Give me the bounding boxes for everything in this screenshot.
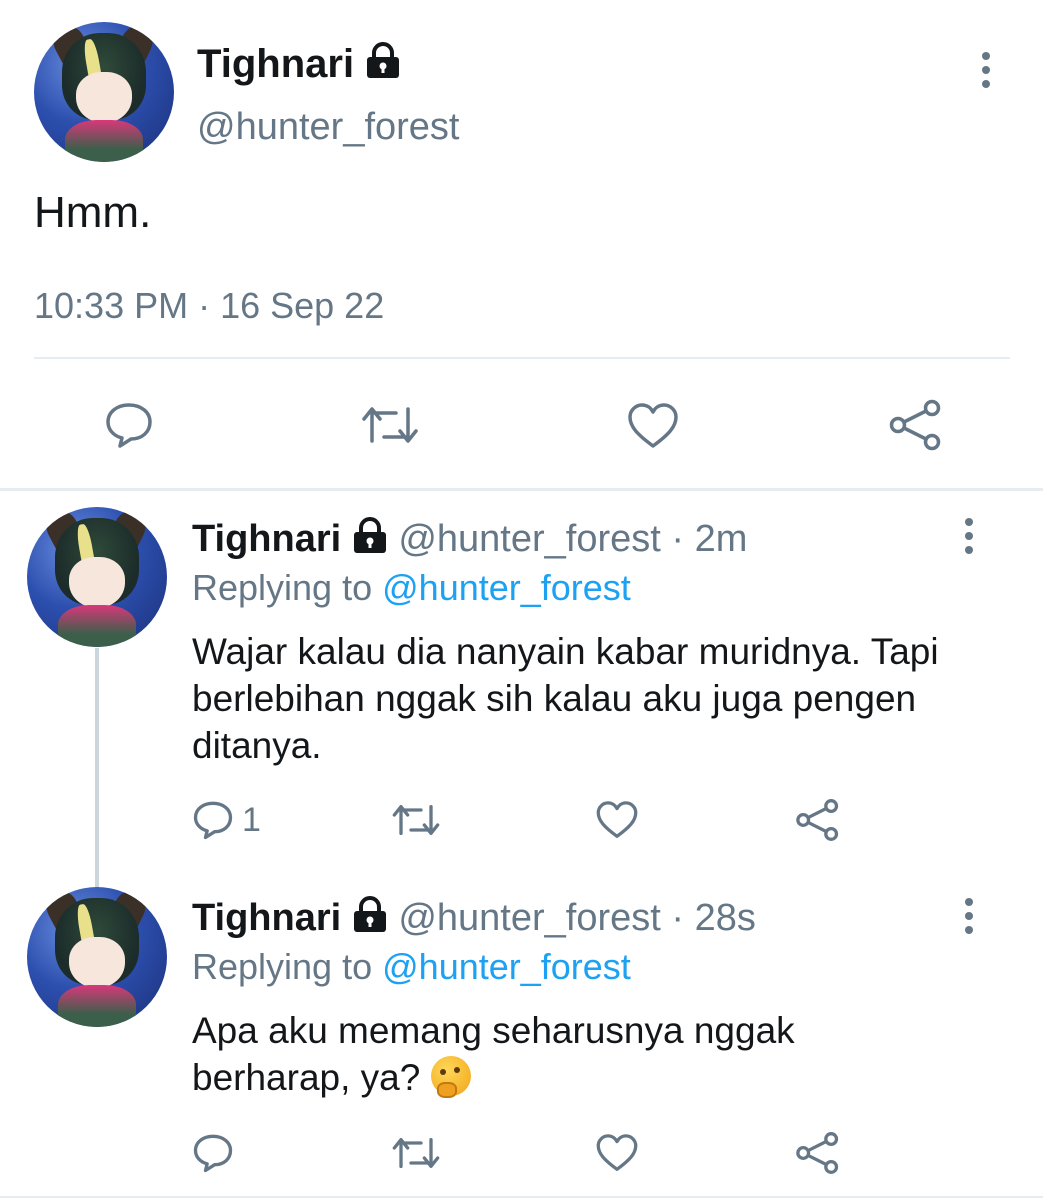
reply-header: Tighnari @hunter_forest · 2m — [192, 517, 747, 565]
share-button[interactable] — [888, 399, 944, 451]
replying-to: Replying to @hunter_forest — [192, 946, 631, 988]
reply-author-handle[interactable]: @hunter_forest — [398, 518, 661, 560]
retweet-button[interactable] — [360, 401, 420, 449]
main-author-handle[interactable]: @hunter_forest — [197, 106, 460, 149]
reply-author-name[interactable]: Tighnari — [192, 897, 341, 939]
divider — [0, 488, 1043, 491]
reply-button[interactable]: 1 — [192, 800, 261, 840]
retweet-icon — [392, 1138, 440, 1168]
share-icon — [796, 1132, 839, 1174]
retweet-icon — [392, 805, 440, 835]
retweet-button[interactable] — [390, 800, 442, 840]
reply-author-handle[interactable]: @hunter_forest — [398, 897, 661, 939]
lock-icon — [352, 517, 388, 565]
reply-time: · 2m — [671, 518, 748, 561]
lock-icon — [352, 896, 388, 944]
reply-icon — [193, 801, 233, 840]
retweet-button[interactable] — [390, 1133, 442, 1173]
like-button[interactable] — [626, 402, 680, 450]
share-button[interactable] — [795, 798, 841, 842]
reply-avatar[interactable] — [27, 507, 167, 647]
share-icon — [796, 799, 839, 841]
retweet-icon — [362, 407, 418, 443]
divider — [0, 1196, 1043, 1198]
reply-text-container: Apa aku memang seharusnya nggak berharap… — [192, 1007, 872, 1101]
main-tweet-timestamp[interactable]: 10:33 PM · 16 Sep 22 — [34, 285, 384, 327]
more-icon[interactable] — [962, 898, 976, 934]
more-icon[interactable] — [979, 52, 993, 88]
replying-to: Replying to @hunter_forest — [192, 567, 631, 609]
reply-avatar[interactable] — [27, 887, 167, 1027]
reply-icon — [106, 403, 152, 448]
reply-time: · 28s — [671, 897, 756, 940]
share-button[interactable] — [795, 1131, 841, 1175]
reply-button[interactable] — [192, 1133, 242, 1173]
like-button[interactable] — [595, 800, 639, 840]
main-avatar[interactable] — [34, 22, 174, 162]
like-icon — [596, 1134, 638, 1171]
like-button[interactable] — [595, 1133, 639, 1173]
replying-prefix: Replying to — [192, 567, 373, 608]
like-icon — [628, 403, 678, 448]
reply-text: Wajar kalau dia nanyain kabar muridnya. … — [192, 631, 939, 766]
reply-author-name[interactable]: Tighnari — [192, 518, 341, 560]
reply-count: 1 — [242, 800, 261, 839]
reply-header: Tighnari @hunter_forest · 28s — [192, 896, 756, 944]
main-tweet-text: Hmm. — [34, 188, 152, 237]
main-author-name[interactable]: Tighnari — [197, 42, 401, 90]
replying-prefix: Replying to — [192, 946, 373, 987]
reply-button[interactable] — [104, 401, 154, 449]
divider — [34, 357, 1010, 359]
more-icon[interactable] — [962, 518, 976, 554]
replying-to-link[interactable]: @hunter_forest — [382, 567, 631, 608]
share-icon — [889, 399, 941, 451]
thread-line — [95, 648, 99, 888]
like-icon — [596, 801, 638, 838]
main-author-name-text: Tighnari — [197, 42, 355, 86]
reply-icon — [193, 1134, 233, 1173]
lock-icon — [365, 42, 401, 90]
thinking-face-emoji — [430, 1056, 471, 1098]
reply-text: Apa aku memang seharusnya nggak berharap… — [192, 1010, 795, 1098]
replying-to-link[interactable]: @hunter_forest — [382, 946, 631, 987]
